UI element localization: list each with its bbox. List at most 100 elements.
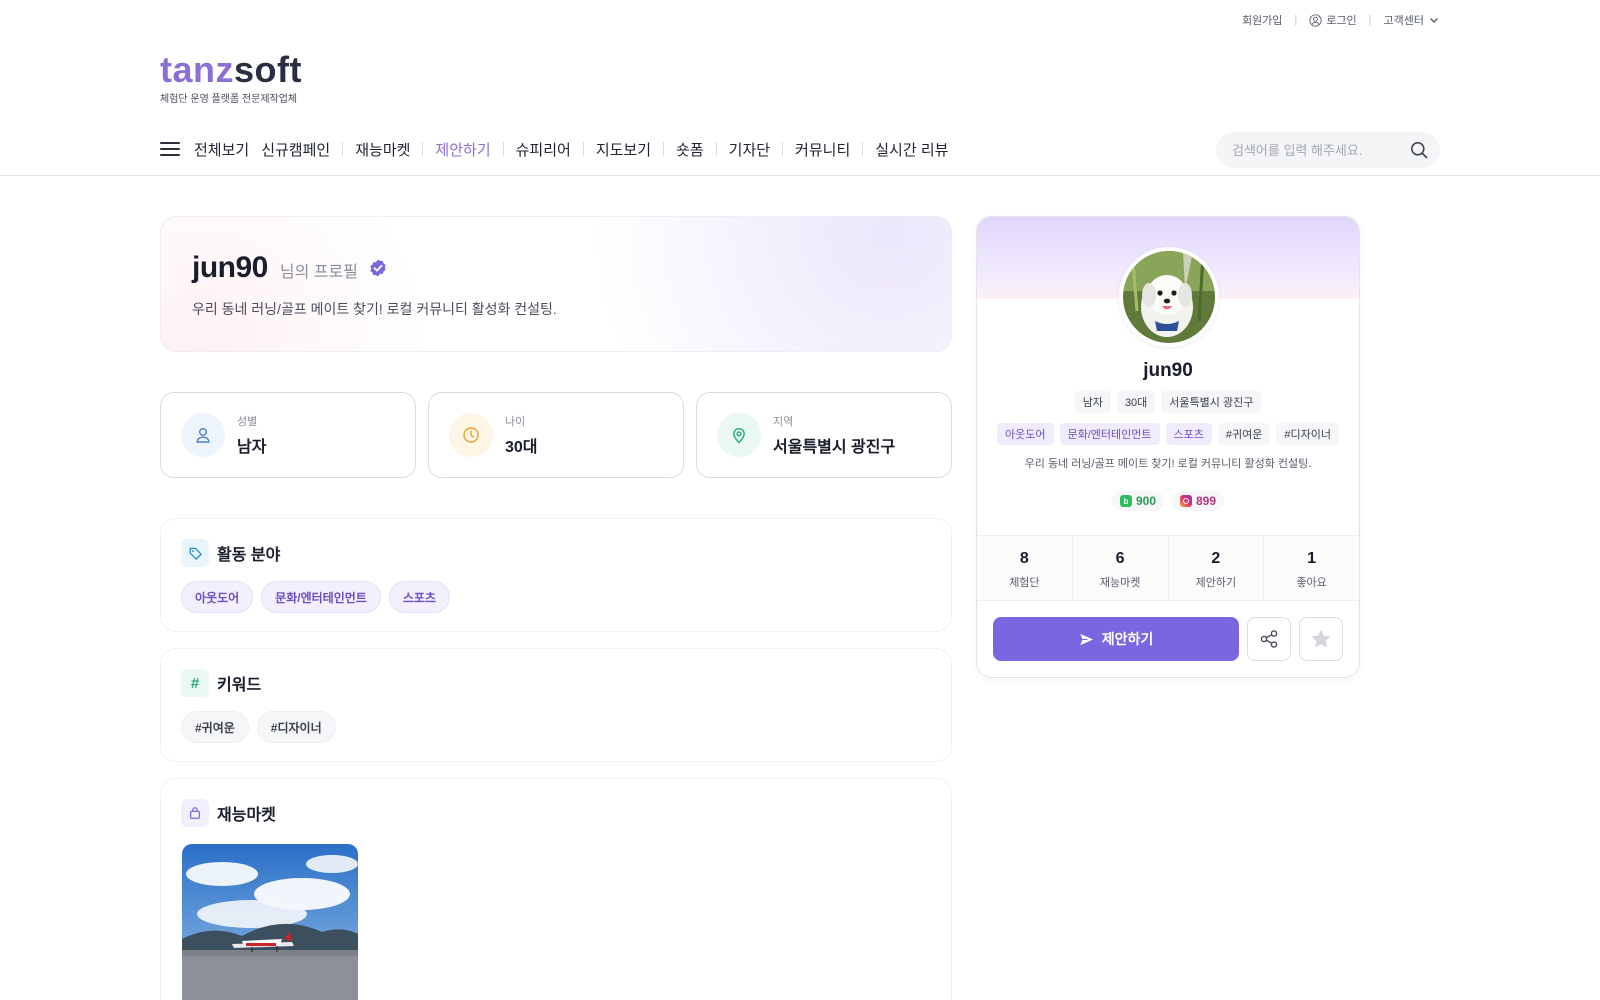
signup-link[interactable]: 회원가입 [1242, 12, 1282, 28]
nav-item-reporters[interactable]: 기자단 [729, 139, 770, 160]
nav-item-community[interactable]: 커뮤니티 [795, 139, 850, 160]
share-button[interactable] [1247, 617, 1291, 661]
profile-title: jun90 님의 프로필 [192, 251, 388, 285]
gender-card: 성별 남자 [160, 392, 416, 478]
nav-separator [862, 142, 864, 156]
keywords-title: 키워드 [217, 677, 262, 694]
support-label: 고객센터 [1383, 15, 1424, 27]
nav-item-superior[interactable]: 슈피리어 [516, 139, 571, 160]
login-label: 로그인 [1326, 15, 1357, 27]
stat-label: 체험단 [1009, 577, 1040, 589]
stat-proposals[interactable]: 2 제안하기 [1169, 536, 1265, 600]
favorite-button[interactable] [1299, 617, 1343, 661]
talent-thumbnail-image[interactable] [182, 844, 358, 1000]
nav-item-talent-market[interactable]: 재능마켓 [355, 139, 410, 160]
profile-username: jun90 [192, 251, 268, 284]
verified-badge-icon [370, 259, 386, 277]
age-value: 30대 [505, 439, 538, 456]
main-nav: 전체보기 신규캠페인 재능마켓 제안하기 슈피리어 지도보기 숏폼 기자단 커뮤… [160, 132, 948, 166]
util-separator: | [1294, 14, 1298, 26]
stat-number: 1 [1307, 550, 1317, 567]
nav-separator [582, 142, 584, 156]
logo-tagline: 체험단 운영 플랫폼 전문제작업체 [160, 94, 298, 105]
nav-separator [342, 142, 344, 156]
clock-icon [449, 413, 493, 457]
card-keyword-tag: #디자이너 [1276, 423, 1339, 445]
star-icon [1311, 629, 1331, 648]
logo-part1: tanz [160, 49, 234, 90]
logo[interactable]: tanzsoft 체험단 운영 플랫폼 전문제작업체 [160, 50, 302, 106]
keyword-chip[interactable]: #디자이너 [256, 711, 336, 743]
card-meta-region: 서울특별시 광진구 [1161, 391, 1262, 413]
age-card: 나이 30대 [428, 392, 684, 478]
propose-button[interactable]: 제안하기 [993, 617, 1239, 661]
stat-label: 제안하기 [1195, 577, 1237, 589]
logo-wordmark: tanzsoft [160, 50, 302, 90]
activity-fields-section: 활동 분야 아웃도어 문화/엔터테인먼트 스포츠 [160, 518, 952, 632]
talent-market-title: 재능마켓 [217, 807, 276, 824]
blog-count: 900 [1135, 494, 1156, 508]
stat-number: 6 [1115, 550, 1125, 567]
stat-likes[interactable]: 1 좋아요 [1264, 536, 1359, 600]
blog-icon: b [1119, 495, 1132, 507]
nav-item-propose[interactable]: 제안하기 [435, 139, 490, 160]
card-meta-list: 남자 30대 서울특별시 광진구 [977, 391, 1359, 413]
talent-market-section: 재능마켓 [160, 778, 952, 1000]
nav-separator [715, 142, 717, 156]
stat-label: 좋아요 [1296, 577, 1327, 589]
field-chip[interactable]: 스포츠 [388, 581, 450, 613]
gender-label: 성별 [237, 416, 258, 428]
blog-stat[interactable]: b 900 [1111, 491, 1164, 511]
login-link[interactable]: 로그인 [1309, 12, 1357, 28]
user-circle-icon [1309, 13, 1322, 27]
card-keyword-tag: #귀여운 [1217, 423, 1271, 445]
profile-hero: jun90 님의 프로필 우리 동네 러닝/골프 메이트 찾기! 로컬 커뮤니티… [160, 216, 952, 352]
nav-item-all[interactable]: 전체보기 [194, 139, 249, 160]
nav-item-new-campaign[interactable]: 신규캠페인 [261, 139, 330, 160]
card-category-tag: 스포츠 [1165, 423, 1212, 445]
card-stats: 8 체험단 6 재능마켓 2 제안하기 1 좋아요 [977, 535, 1359, 601]
profile-description: 우리 동네 러닝/골프 메이트 찾기! 로컬 커뮤니티 활성화 컨설팅. [192, 301, 557, 317]
location-pin-icon [717, 413, 761, 457]
card-meta-gender: 남자 [1074, 391, 1111, 413]
propose-button-label: 제안하기 [1101, 631, 1154, 647]
nav-item-live-review[interactable]: 실시간 리뷰 [875, 139, 948, 160]
nav-item-map[interactable]: 지도보기 [596, 139, 651, 160]
region-label: 지역 [773, 416, 794, 428]
keyword-chip[interactable]: #귀여운 [181, 711, 249, 743]
activity-fields-list: 아웃도어 문화/엔터테인먼트 스포츠 [181, 581, 450, 613]
stat-talent-market[interactable]: 6 재능마켓 [1073, 536, 1169, 600]
card-meta-age: 30대 [1116, 391, 1156, 413]
header-divider [0, 175, 1600, 176]
profile-suffix: 님의 프로필 [279, 264, 358, 281]
card-tag-list: 아웃도어 문화/엔터테인먼트 스포츠 #귀여운 #디자이너 [977, 423, 1359, 445]
stat-label: 재능마켓 [1099, 577, 1141, 589]
tag-icon [181, 539, 209, 567]
nav-item-shortform[interactable]: 숏폼 [676, 139, 704, 160]
send-icon [1080, 633, 1093, 645]
support-dropdown[interactable]: 고객센터 [1384, 12, 1440, 28]
stat-number: 8 [1019, 550, 1029, 567]
instagram-stat[interactable]: 899 [1172, 491, 1225, 511]
util-separator: | [1368, 14, 1372, 26]
avatar [1119, 247, 1219, 347]
utility-bar: 회원가입 | 로그인 | 고객센터 [1242, 12, 1440, 28]
search-icon[interactable] [1410, 141, 1428, 159]
card-description: 우리 동네 러닝/골프 메이트 찾기! 로컬 커뮤니티 활성화 컨설팅. [1024, 458, 1312, 470]
card-category-tag: 아웃도어 [997, 423, 1054, 445]
keywords-list: #귀여운 #디자이너 [181, 711, 336, 743]
nav-separator [663, 142, 665, 156]
hash-icon: # [181, 669, 209, 697]
card-username: jun90 [1143, 360, 1193, 381]
stat-experience[interactable]: 8 체험단 [977, 536, 1073, 600]
field-chip[interactable]: 아웃도어 [181, 581, 254, 613]
stat-number: 2 [1211, 550, 1221, 567]
menu-icon[interactable] [160, 142, 180, 156]
region-card: 지역 서울특별시 광진구 [696, 392, 952, 478]
share-icon [1260, 630, 1278, 648]
search-input[interactable] [1232, 142, 1410, 158]
region-value: 서울특별시 광진구 [773, 439, 896, 456]
field-chip[interactable]: 문화/엔터테인먼트 [261, 581, 381, 613]
card-category-tag: 문화/엔터테인먼트 [1059, 423, 1160, 445]
search-box [1216, 132, 1440, 168]
